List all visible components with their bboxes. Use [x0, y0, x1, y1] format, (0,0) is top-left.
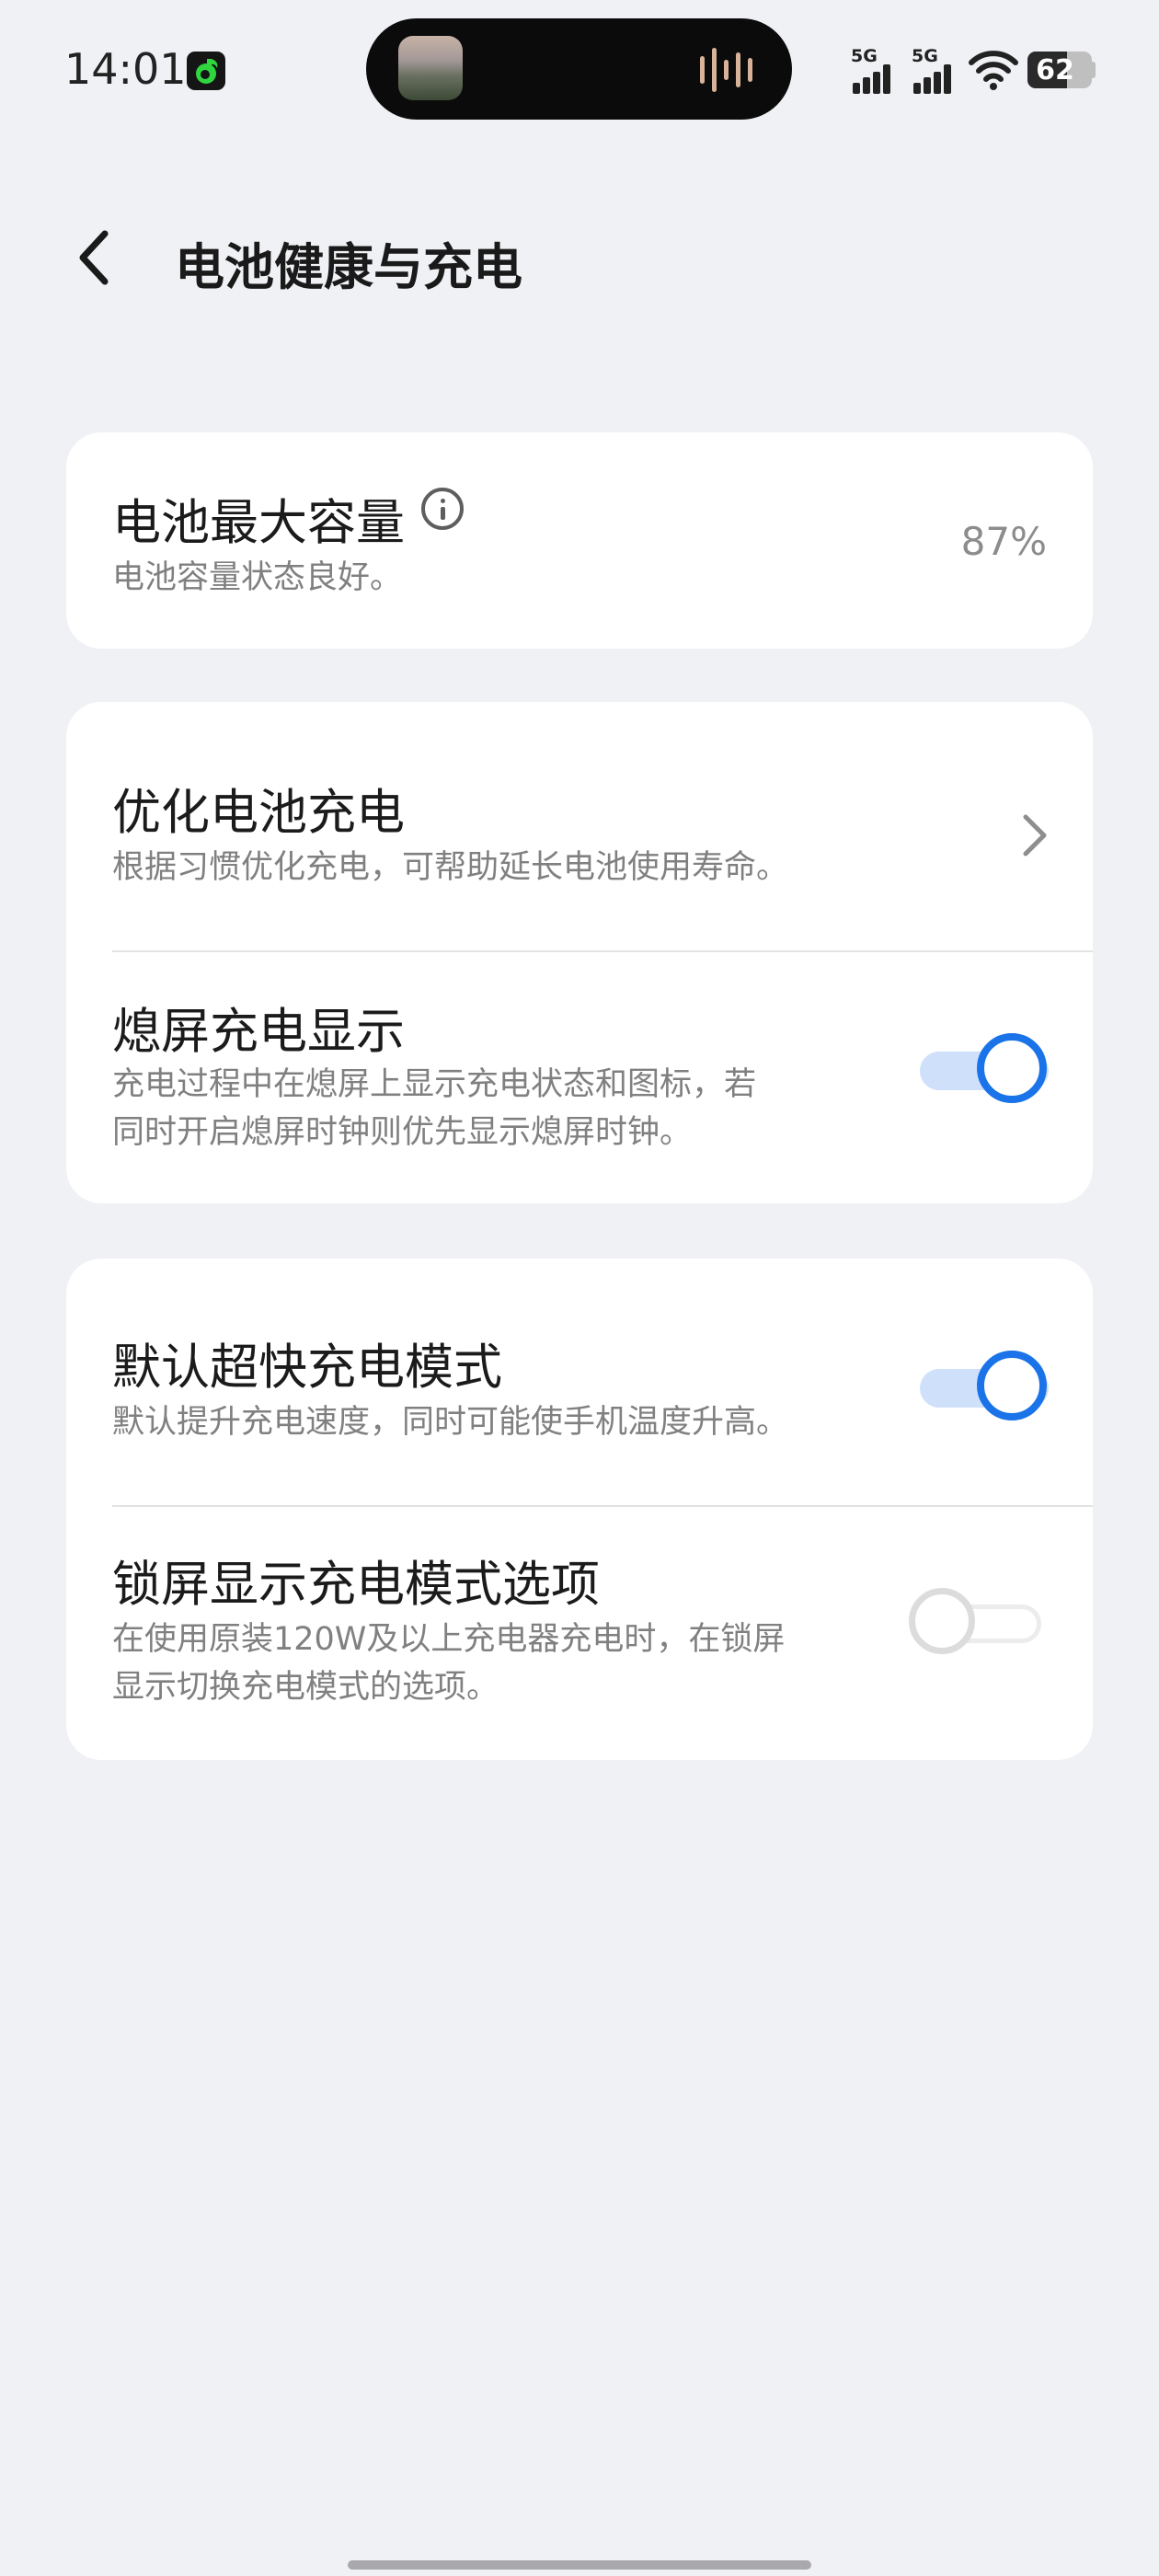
- aod-charging-subtitle-line2: 同时开启熄屏时钟则优先显示熄屏时钟。: [112, 1114, 693, 1151]
- back-button[interactable]: [66, 225, 121, 290]
- back-arrow-icon: [79, 230, 109, 285]
- battery-level: 62: [1036, 54, 1074, 86]
- aod-charging-title: 熄屏充电显示: [112, 1004, 405, 1060]
- info-icon[interactable]: [421, 488, 464, 530]
- optimize-charging-subtitle: 根据习惯优化充电，可帮助延长电池使用寿命。: [112, 849, 789, 886]
- divider: [112, 950, 1093, 952]
- super-fast-charging-subtitle: 默认提升充电速度，同时可能使手机温度升高。: [112, 1404, 789, 1441]
- battery-health-page: 14:01 5G 5G 62 电池健康与充电 电池最大容量 电池容量状态良好。 …: [0, 0, 1159, 2576]
- page-title: 电池健康与充电: [175, 238, 522, 296]
- charging-settings-card: 优化电池充电 根据习惯优化充电，可帮助延长电池使用寿命。 熄屏充电显示 充电过程…: [66, 702, 1093, 1203]
- chevron-right-icon: [1023, 814, 1047, 857]
- aod-charging-subtitle-line1: 充电过程中在熄屏上显示充电状态和图标，若: [112, 1066, 757, 1103]
- toggle-knob: [977, 1351, 1047, 1420]
- toggle-knob: [909, 1588, 975, 1654]
- toggle-knob: [977, 1033, 1047, 1103]
- lockscreen-charge-mode-title: 锁屏显示充电模式选项: [112, 1557, 600, 1613]
- lockscreen-charge-mode-toggle[interactable]: [909, 1588, 1045, 1654]
- super-fast-charging-title: 默认超快充电模式: [112, 1340, 502, 1396]
- signal-icon: 5G: [851, 46, 901, 94]
- status-time: 14:01: [64, 44, 187, 94]
- super-fast-charging-toggle[interactable]: [920, 1351, 1052, 1420]
- signal-label: 5G: [912, 46, 938, 66]
- battery-capacity-title: 电池最大容量: [112, 495, 405, 551]
- lockscreen-charge-mode-subtitle-line1: 在使用原装120W及以上充电器充电时，在锁屏: [112, 1621, 786, 1658]
- lockscreen-charge-mode-subtitle-line2: 显示切换充电模式的选项。: [112, 1669, 499, 1706]
- audio-wave-icon: [700, 46, 766, 94]
- music-note-icon: [187, 52, 225, 90]
- optimize-charging-title: 优化电池充电: [112, 785, 405, 841]
- dynamic-island[interactable]: [366, 18, 792, 120]
- signal-icon: 5G: [912, 46, 962, 94]
- signal-label: 5G: [851, 46, 878, 66]
- battery-tip: [1091, 62, 1096, 78]
- battery-capacity-subtitle: 电池容量状态良好。: [112, 559, 403, 596]
- charge-mode-card: 默认超快充电模式 默认提升充电速度，同时可能使手机温度升高。 锁屏显示充电模式选…: [66, 1259, 1093, 1760]
- battery-capacity-card[interactable]: 电池最大容量 电池容量状态良好。 87%: [66, 432, 1093, 649]
- album-thumbnail: [398, 36, 463, 100]
- home-indicator[interactable]: [348, 2560, 811, 2570]
- aod-charging-toggle[interactable]: [920, 1033, 1052, 1103]
- battery-icon: 62: [1027, 52, 1092, 88]
- status-bar: 14:01 5G 5G 62: [0, 0, 1159, 138]
- battery-capacity-value: 87%: [960, 519, 1047, 564]
- divider: [112, 1505, 1093, 1507]
- wifi-icon: [968, 50, 1019, 90]
